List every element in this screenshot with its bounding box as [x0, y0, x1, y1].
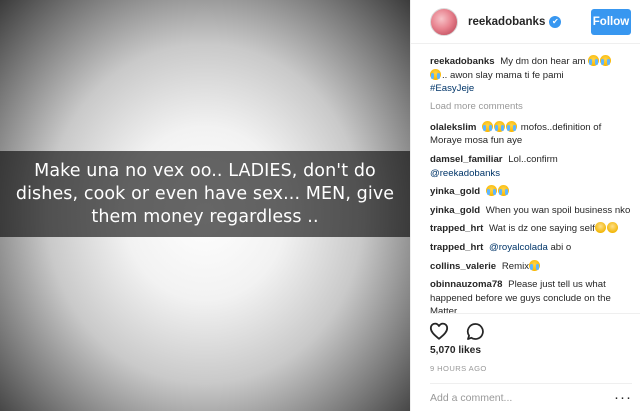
add-comment-input[interactable]	[430, 391, 610, 404]
thinking-emoji-icon	[594, 222, 606, 234]
crying-laughing-emoji-icon	[485, 185, 497, 197]
comment-username[interactable]: collins_valerie	[430, 261, 496, 272]
post-actions	[428, 320, 486, 342]
actions-divider	[430, 313, 640, 314]
post-header: reekadobanks ✔ Follow	[411, 0, 640, 44]
add-comment-bar: ···	[430, 383, 632, 411]
crying-laughing-emoji-icon	[506, 120, 518, 132]
comment-item: yinka_gold When you wan spoil business n…	[430, 204, 634, 218]
comment-username[interactable]: olalekslim	[430, 122, 476, 133]
caption-overlay-text: Make una no vex oo.. LADIES, don't do di…	[15, 160, 395, 227]
comment-item: trapped_hrt Wat is dz one saying self	[430, 222, 634, 236]
comment-username[interactable]: yinka_gold	[430, 205, 480, 216]
comment-item: trapped_hrt @royalcolada abi o	[430, 241, 634, 255]
crying-laughing-emoji-icon	[430, 68, 441, 80]
more-options-icon[interactable]: ···	[614, 390, 632, 405]
crying-laughing-emoji-icon	[482, 120, 494, 132]
verified-badge-icon: ✔	[549, 15, 562, 28]
crying-laughing-emoji-icon	[600, 55, 612, 66]
comment-item: damsel_familiar Lol..confirm @reekadoban…	[430, 153, 634, 180]
comment-username[interactable]: yinka_gold	[430, 186, 480, 197]
comment-text: abi o	[550, 241, 572, 253]
post-timestamp[interactable]: 9 HOURS AGO	[430, 364, 487, 373]
caption-text-a: My dm don hear am	[500, 56, 586, 67]
header-username[interactable]: reekadobanks	[468, 16, 545, 28]
comment-item: yinka_gold	[430, 185, 634, 199]
likes-count[interactable]: 5,070 likes	[430, 345, 481, 356]
comment-bubble-icon[interactable]	[464, 320, 486, 342]
hashtag-link[interactable]: #EasyJeje	[430, 83, 474, 94]
avatar[interactable]	[430, 7, 458, 36]
crying-laughing-emoji-icon	[497, 185, 509, 197]
caption-username[interactable]: reekadobanks	[430, 56, 495, 67]
mention-link[interactable]: @royalcolada	[489, 242, 548, 253]
comment-text: Remix	[501, 260, 529, 272]
post-photo[interactable]: Make una no vex oo.. LADIES, don't do di…	[0, 0, 410, 411]
comment-item: collins_valerie Remix	[430, 259, 634, 274]
comment-username[interactable]: damsel_familiar	[430, 154, 503, 165]
post-side-panel: reekadobanks ✔ Follow reekadobanks My dm…	[410, 0, 640, 411]
heart-icon[interactable]	[428, 320, 450, 342]
follow-button[interactable]: Follow	[591, 8, 631, 35]
mention-link[interactable]: @reekadobanks	[430, 168, 500, 179]
load-more-comments-link[interactable]: Load more comments	[430, 101, 634, 112]
crying-laughing-emoji-icon	[529, 259, 540, 271]
comment-text: Lol..confirm	[508, 153, 558, 165]
comment-text: When you wan spoil business nko	[485, 204, 631, 216]
comments-list: reekadobanks My dm don hear am .. awon s…	[430, 55, 634, 324]
comment-text: Wat is dz one saying self	[488, 223, 595, 235]
comment-username[interactable]: trapped_hrt	[430, 242, 483, 253]
post-caption: reekadobanks My dm don hear am .. awon s…	[430, 55, 634, 96]
comment-username[interactable]: trapped_hrt	[430, 223, 483, 234]
thinking-emoji-icon	[606, 222, 618, 234]
comment-username[interactable]: obinnauzoma78	[430, 279, 503, 290]
caption-text-b: .. awon slay mama ti fe pami	[442, 69, 564, 81]
caption-overlay-band: Make una no vex oo.. LADIES, don't do di…	[0, 151, 410, 237]
crying-laughing-emoji-icon	[494, 120, 506, 132]
comment-item: olalekslim mofos..definition of Moraye m…	[430, 120, 634, 148]
crying-laughing-emoji-icon	[588, 55, 600, 66]
